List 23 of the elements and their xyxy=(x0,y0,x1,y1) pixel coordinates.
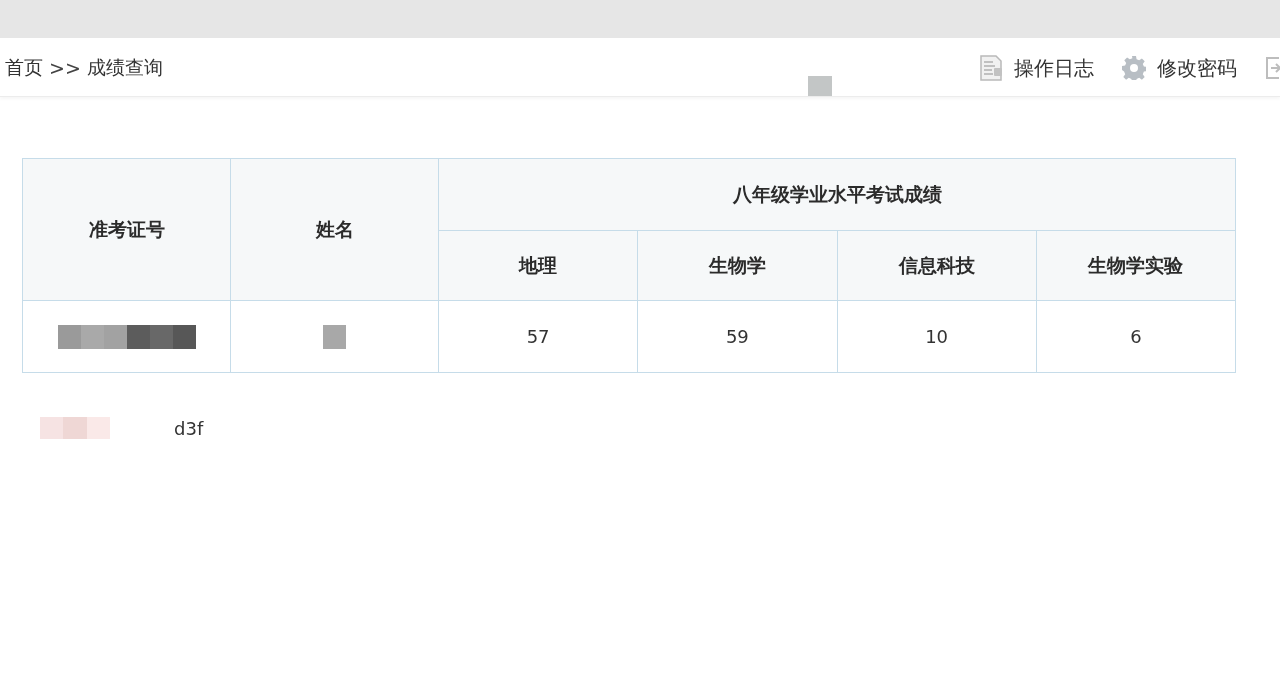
column-header: 地理 xyxy=(438,230,638,301)
settings-icon xyxy=(1122,56,1146,80)
mosaic-redaction xyxy=(40,417,110,439)
text-fragment: d3f xyxy=(174,417,204,439)
column-header: 生物学实验 xyxy=(1036,230,1236,301)
exit-icon xyxy=(1265,56,1280,80)
table-cell: 57 xyxy=(438,300,638,373)
exit-button[interactable] xyxy=(1265,56,1280,80)
table-cell: 59 xyxy=(637,300,837,373)
column-header: 姓名 xyxy=(230,158,439,301)
change-password-button[interactable]: 修改密码 xyxy=(1122,54,1237,82)
breadcrumb-link[interactable]: 首页 xyxy=(5,55,43,81)
column-header: 准考证号 xyxy=(22,158,231,301)
mosaic-redaction xyxy=(323,324,346,349)
document-icon xyxy=(979,55,1003,81)
operation-log-button[interactable]: 操作日志 xyxy=(979,54,1094,82)
breadcrumb-current: 成绩查询 xyxy=(86,55,163,80)
table-cell: 6 xyxy=(1036,300,1236,373)
column-header: 生物学 xyxy=(637,230,837,301)
column-header: 信息科技 xyxy=(837,230,1037,301)
group-header: 八年级学业水平考试成绩 xyxy=(438,158,1236,231)
breadcrumb-separator: >> xyxy=(49,57,81,79)
table-cell: 10 xyxy=(837,300,1037,373)
